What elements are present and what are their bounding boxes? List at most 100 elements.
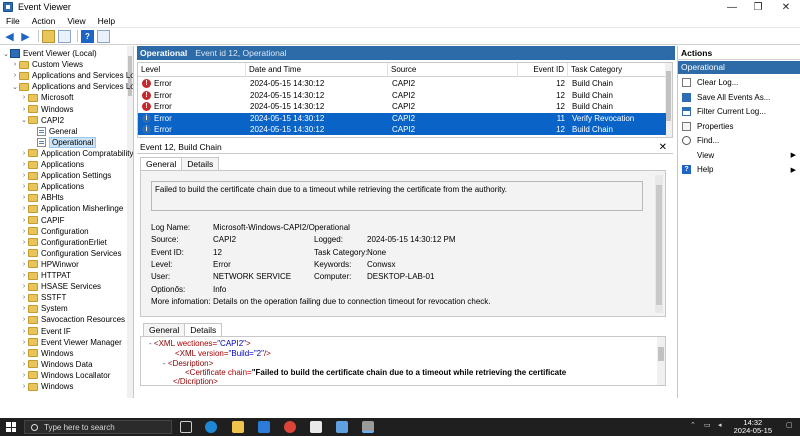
tree-item[interactable]: › CAPIF [20,215,65,226]
action-clear-log[interactable]: Clear Log... [678,76,800,89]
minimize-button[interactable]: — [718,0,746,14]
forward-arrow-icon[interactable]: ▶ [19,30,32,43]
mail-icon[interactable] [310,421,322,433]
tree-item[interactable]: › Applications [20,181,84,192]
show-hide-tree-icon[interactable] [58,29,71,43]
collapse-chevron-icon[interactable]: ⌄ [2,50,10,58]
expand-chevron-icon[interactable]: › [20,94,28,101]
action-properties[interactable]: Properties [678,120,800,133]
tree-item[interactable]: ⌄ Event Viewer (Local) [2,48,97,59]
tray-chevron-icon[interactable]: ⌃ [690,421,696,429]
expand-chevron-icon[interactable]: › [20,194,28,201]
chrome-icon[interactable] [284,421,296,433]
tree-item[interactable]: › Windows Locallator [20,370,111,381]
open-folder-icon[interactable] [42,29,55,43]
expand-chevron-icon[interactable]: › [20,350,28,357]
event-row[interactable]: i Error 2024-05-15 14:30:12 CAPI2 12 Build Ch… [138,124,666,135]
tree-item[interactable]: › Windows [20,104,74,115]
tree-item[interactable]: › Application Settings [20,170,111,181]
event-list-scrollbar[interactable] [665,63,672,137]
expand-chevron-icon[interactable]: › [20,228,28,235]
column-source[interactable]: Source [388,63,518,77]
task-view-icon[interactable] [180,421,192,433]
tab-details[interactable]: Details [181,157,220,170]
tree-item[interactable]: › SSTFT [20,292,67,303]
notification-icon[interactable]: ▢ [786,421,793,429]
expand-chevron-icon[interactable]: › [20,217,28,224]
expand-chevron-icon[interactable]: › [11,61,19,68]
tree-item[interactable]: › Configuration Services [20,248,122,259]
windows-start-icon[interactable] [6,422,16,432]
xml-scrollbar[interactable] [657,337,665,385]
tree-item[interactable]: › Application Compratability [20,148,133,159]
tree-item[interactable]: › ConfigurationErliet [20,237,107,248]
tree-item[interactable]: › Windows Data [20,359,93,370]
event-viewer-taskbar-icon[interactable] [362,421,374,433]
expand-chevron-icon[interactable]: › [20,361,28,368]
column-level[interactable]: Level [138,63,246,77]
expand-chevron-icon[interactable]: › [20,383,28,390]
expand-chevron-icon[interactable]: › [20,106,28,113]
event-row[interactable]: i Error 2024-05-15 14:30:12 CAPI2 11 Verify R… [138,112,666,124]
tree-item[interactable]: › Event IF [20,326,71,337]
tree-item[interactable]: ⌄ Applications and Services Logs [11,81,133,92]
menu-file[interactable]: File [0,16,26,26]
expand-chevron-icon[interactable]: › [20,161,28,168]
tree-item[interactable]: ⌄ CAPI2 [20,115,64,126]
general-panel-scrollbar[interactable] [655,175,663,313]
action-help[interactable]: ? Help ▶ [678,163,800,176]
expand-chevron-icon[interactable]: › [20,150,28,157]
expand-chevron-icon[interactable]: › [20,183,28,190]
network-icon[interactable]: ▭ [704,421,711,429]
maximize-button[interactable]: ❐ [744,0,772,14]
expand-chevron-icon[interactable]: › [20,261,28,268]
expand-chevron-icon[interactable]: › [20,283,28,290]
edge-browser-icon[interactable] [205,421,217,433]
tree-item[interactable]: › ABHts [20,192,64,203]
tree-item[interactable]: › Windows [20,348,74,359]
expand-chevron-icon[interactable]: › [20,172,28,179]
expand-chevron-icon[interactable]: › [20,316,28,323]
tab-general[interactable]: General [140,157,183,170]
tree-item[interactable]: › Custom Views [11,59,83,70]
tree-item[interactable]: › Applications [20,159,84,170]
action-view[interactable]: View ▶ [678,149,800,162]
tree-item[interactable]: › Savocaction Resources [20,314,125,325]
tree-item[interactable]: › Applications and Services Logs [11,70,133,81]
tree-scrollbar[interactable] [127,46,133,398]
expand-chevron-icon[interactable]: › [20,250,28,257]
tree-item[interactable]: Operational [29,136,97,148]
volume-icon[interactable]: ◂ [718,421,722,429]
event-row[interactable]: ! Error 2024-05-15 14:30:12 CAPI2 12 Build Ch… [138,78,666,89]
close-button[interactable]: ✕ [772,0,800,14]
help-icon[interactable]: ? [81,29,94,43]
tab-details-2[interactable]: Details [184,323,223,336]
tree-item[interactable]: › HPWinwor [20,259,79,270]
column-event-id[interactable]: Event ID [518,63,568,77]
detail-close-icon[interactable]: ✕ [659,141,667,154]
actions-section-operational[interactable]: Operational [678,61,800,74]
tree-item[interactable]: › HSASE Services [20,281,101,292]
collapse-chevron-icon[interactable]: ⌄ [11,83,19,91]
show-hide-action-pane-icon[interactable] [97,29,110,43]
expand-chevron-icon[interactable]: › [20,339,28,346]
expand-chevron-icon[interactable]: › [20,305,28,312]
event-row[interactable]: ! Error 2024-05-15 14:30:12 CAPI2 12 Build Ch… [138,90,666,101]
menu-action[interactable]: Action [26,16,62,26]
tree-item[interactable]: › System [20,303,68,314]
tree-item[interactable]: › Event Viewer Manager [20,337,122,348]
column-task[interactable]: Task Category [568,63,666,77]
menu-view[interactable]: View [61,16,91,26]
taskbar-search-box[interactable]: Type here to search [24,420,172,434]
expand-chevron-icon[interactable]: › [20,294,28,301]
tree-item[interactable]: › Windows [20,381,74,392]
event-row[interactable]: ! Error 2024-05-15 14:30:12 CAPI2 12 Build Ch… [138,101,666,112]
tree-item[interactable]: › Microsoft [20,92,74,103]
tree-item[interactable]: › HTTPAT [20,270,71,281]
expand-chevron-icon[interactable]: › [20,239,28,246]
expand-chevron-icon[interactable]: › [20,272,28,279]
back-arrow-icon[interactable]: ◀ [3,30,16,43]
collapse-chevron-icon[interactable]: ⌄ [20,116,28,124]
tab-general-2[interactable]: General [143,323,186,336]
app-icon[interactable] [336,421,348,433]
